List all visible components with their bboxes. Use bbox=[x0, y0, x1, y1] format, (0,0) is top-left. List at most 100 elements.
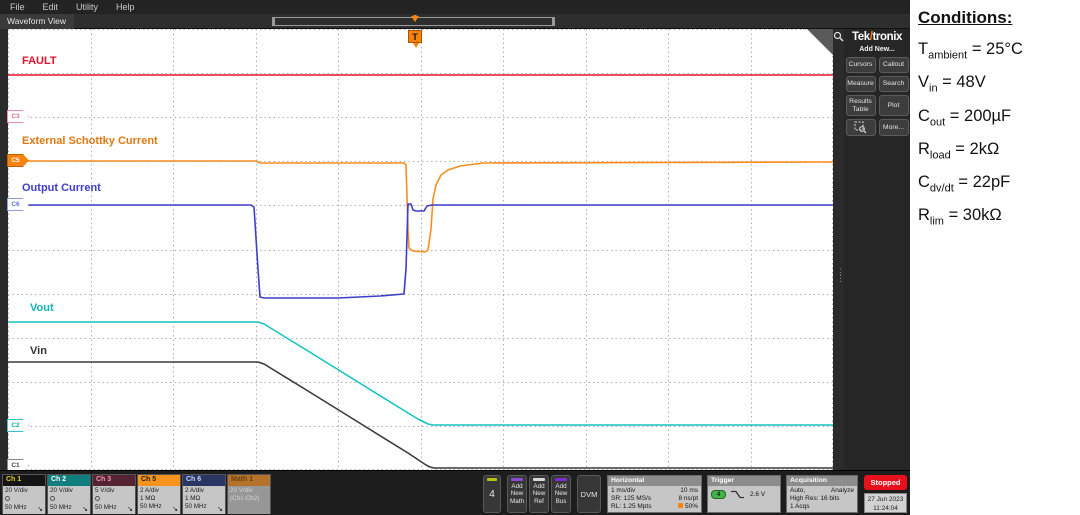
channel-scale: 2 A/div bbox=[185, 487, 223, 495]
channel-label: Ch 5 bbox=[138, 475, 180, 486]
condition-cout: Cout = 200µF bbox=[918, 103, 1080, 136]
results-table-button[interactable]: Results Table bbox=[846, 95, 876, 116]
waveform-graticule[interactable]: FAULT External Schottky Current Output C… bbox=[8, 29, 833, 470]
tab-waveform-view[interactable]: Waveform View bbox=[0, 14, 74, 29]
trace-label-output-current: Output Current bbox=[22, 182, 101, 194]
trigger-source-badge: 4 bbox=[711, 490, 726, 499]
trigger-position-icon bbox=[678, 503, 683, 508]
search-button[interactable]: Search bbox=[879, 76, 909, 92]
tektronix-logo: Tek/tronix bbox=[846, 31, 908, 43]
acquisition-panel[interactable]: Acquisition Auto, Analyze High Res: 16 b… bbox=[786, 475, 858, 513]
channel-4-number: 4 bbox=[489, 489, 495, 500]
channel-4-collapsed-button[interactable]: 4 bbox=[483, 475, 501, 513]
channel-scale: 5 V/div bbox=[95, 487, 133, 495]
arrow-icon: ↘ bbox=[82, 505, 88, 513]
record-length: RL: 1.25 Mpts bbox=[611, 503, 651, 511]
probe-icon bbox=[95, 496, 100, 501]
channel-badge-ch1[interactable]: Ch 1 20 V/div 50 MHz ↘ bbox=[2, 474, 46, 514]
zoom-box-button[interactable] bbox=[846, 119, 876, 136]
trigger-flag[interactable]: T bbox=[408, 30, 422, 43]
menu-file[interactable]: File bbox=[10, 2, 25, 12]
trace-label-vin: Vin bbox=[30, 345, 47, 357]
plot-button[interactable]: Plot bbox=[879, 95, 909, 116]
measure-button[interactable]: Measure bbox=[846, 76, 876, 92]
arrow-icon: ↘ bbox=[172, 505, 178, 513]
horizontal-scale: 1 ms/div bbox=[611, 487, 635, 495]
channel-badge-ch6[interactable]: Ch 6 2 A/div 1 MΩ 50 MHz ↘ bbox=[182, 474, 226, 514]
add-new-math-label: Add New Math bbox=[508, 483, 526, 505]
horizontal-title: Horizontal bbox=[608, 476, 701, 486]
channel-label: Ch 6 bbox=[183, 475, 225, 486]
oscilloscope-window: File Edit Utility Help Waveform View FAU… bbox=[0, 0, 910, 515]
add-new-label: Add New... bbox=[846, 46, 908, 53]
conditions-title: Conditions: bbox=[918, 8, 1080, 28]
channel-badge-ch3[interactable]: Ch 3 5 V/div 50 MHz ↘ bbox=[92, 474, 136, 514]
bottom-bar: Ch 1 20 V/div 50 MHz ↘ Ch 2 20 V/div 50 … bbox=[0, 470, 910, 515]
menu-help[interactable]: Help bbox=[116, 2, 135, 12]
channel-scale: 20 V/div bbox=[230, 487, 268, 495]
channel-label: Ch 1 bbox=[3, 475, 45, 486]
dvm-label: DVM bbox=[581, 490, 598, 499]
add-new-ref-label: Add New Ref bbox=[530, 483, 548, 505]
acquisition-mode: Auto, bbox=[790, 487, 805, 495]
waveform-svg bbox=[8, 29, 833, 470]
add-new-bus-button[interactable]: Add New Bus bbox=[551, 475, 571, 513]
menu-utility[interactable]: Utility bbox=[76, 2, 98, 12]
menu-bar: File Edit Utility Help bbox=[0, 0, 910, 14]
horizontal-pan-bar[interactable] bbox=[272, 17, 555, 26]
channel-impedance: 1 MΩ bbox=[185, 495, 223, 503]
cursors-button[interactable]: Cursors bbox=[846, 57, 876, 73]
more-button[interactable]: More... bbox=[879, 119, 909, 136]
callout-button[interactable]: Callout bbox=[879, 57, 909, 73]
arrow-icon: ↘ bbox=[217, 505, 223, 513]
add-new-math-button[interactable]: Add New Math bbox=[507, 475, 527, 513]
condition-rload: Rload = 2kΩ bbox=[918, 136, 1080, 169]
channel-badge-math1[interactable]: Math 1 20 V/div (Ch1-Ch2) bbox=[227, 474, 271, 514]
trace-vin bbox=[8, 362, 833, 468]
magnifier-icon bbox=[833, 31, 844, 42]
condition-vin: Vin = 48V bbox=[918, 69, 1080, 102]
sidebar-button-grid: Cursors Callout Measure Search Results T… bbox=[846, 57, 908, 136]
sample-rate: SR: 125 MS/s bbox=[611, 495, 651, 503]
channel-4-color-strip bbox=[487, 478, 497, 481]
channel-label: Ch 3 bbox=[93, 475, 135, 486]
bus-color-strip bbox=[555, 478, 567, 481]
sample-resolution: 8 ns/pt bbox=[678, 495, 698, 503]
trace-label-vout: Vout bbox=[30, 302, 54, 314]
probe-icon bbox=[50, 496, 55, 501]
trigger-panel[interactable]: Trigger 4 2.6 V bbox=[707, 475, 781, 513]
condition-t-ambient: Tambient = 25°C bbox=[918, 36, 1080, 69]
add-new-bus-label: Add New Bus bbox=[552, 483, 570, 505]
trigger-position-tick bbox=[411, 16, 419, 22]
channel-scale: 2 A/div bbox=[140, 487, 178, 495]
math-source: (Ch1-Ch2) bbox=[230, 495, 268, 503]
results-drawer-handle[interactable]: ⋮⋮ bbox=[836, 269, 842, 281]
channel-label: Ch 2 bbox=[48, 475, 90, 486]
horizontal-window: 10 ms bbox=[680, 487, 698, 495]
trigger-level: 2.6 V bbox=[750, 491, 765, 498]
datetime-display: 27 Jun 2023 11:24:04 bbox=[864, 493, 907, 513]
trace-external-schottky-current bbox=[8, 161, 833, 252]
channel-scale: 20 V/div bbox=[5, 487, 43, 495]
menu-edit[interactable]: Edit bbox=[43, 2, 59, 12]
acquisition-analyze: Analyze bbox=[831, 487, 854, 495]
probe-icon bbox=[5, 496, 10, 501]
conditions-panel: Conditions: Tambient = 25°C Vin = 48V Co… bbox=[916, 0, 1080, 515]
dvm-button[interactable]: DVM bbox=[577, 475, 601, 513]
trigger-title: Trigger bbox=[708, 476, 780, 486]
channel-scale: 20 V/div bbox=[50, 487, 88, 495]
channel-impedance: 1 MΩ bbox=[140, 495, 178, 503]
channel-badge-ch2[interactable]: Ch 2 20 V/div 50 MHz ↘ bbox=[47, 474, 91, 514]
acquisition-title: Acquisition bbox=[787, 476, 857, 486]
draw-zoom-corner-button[interactable] bbox=[807, 29, 833, 55]
add-new-ref-button[interactable]: Add New Ref bbox=[529, 475, 549, 513]
horizontal-panel[interactable]: Horizontal 1 ms/div 10 ms SR: 125 MS/s 8… bbox=[607, 475, 702, 513]
trace-label-fault: FAULT bbox=[22, 55, 57, 67]
arrow-icon: ↘ bbox=[127, 505, 133, 513]
run-state-badge[interactable]: Stopped bbox=[864, 475, 907, 490]
acquisition-detail: High Res: 16 bits bbox=[790, 495, 840, 503]
arrow-icon: ↘ bbox=[37, 505, 43, 513]
channel-badge-ch5[interactable]: Ch 5 2 A/div 1 MΩ 50 MHz ↘ bbox=[137, 474, 181, 514]
time: 11:24:04 bbox=[873, 505, 898, 512]
channel-label: Math 1 bbox=[228, 475, 270, 486]
